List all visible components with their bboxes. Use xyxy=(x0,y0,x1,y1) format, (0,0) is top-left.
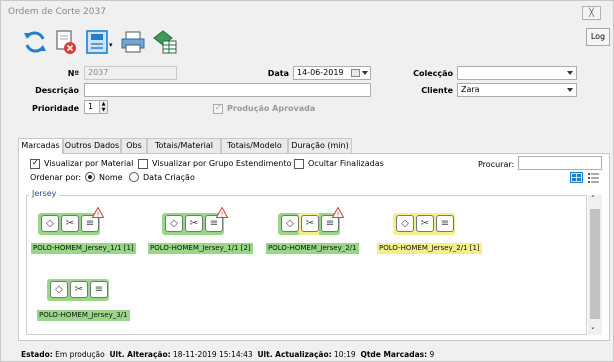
ocultar-finalizadas-label: Ocultar Finalizadas xyxy=(308,159,384,168)
calendar-icon[interactable] xyxy=(351,69,360,77)
delete-document-icon[interactable] xyxy=(51,28,79,56)
chevron-down-icon[interactable] xyxy=(567,71,573,75)
scissors-icon: ✂ xyxy=(70,281,88,298)
warning-icon: ! xyxy=(332,207,344,218)
layers-icon: ◇ xyxy=(165,215,183,232)
tag-icon: ≡ xyxy=(90,281,108,298)
sort-nome-label: Nome xyxy=(99,173,123,182)
scissors-icon: ✂ xyxy=(185,215,203,232)
tab-totais-material[interactable]: Totais/Material xyxy=(147,138,221,153)
check-icon: ✓ xyxy=(32,158,39,167)
grid-view-icon[interactable] xyxy=(570,172,583,183)
log-button[interactable]: Log xyxy=(586,28,610,46)
layers-icon: ◇ xyxy=(281,215,299,232)
svg-text:!: ! xyxy=(221,211,224,219)
vertical-scrollbar[interactable]: ˄ ˅ xyxy=(588,195,602,335)
estado-label: Estado: xyxy=(21,350,53,359)
layers-icon: ◇ xyxy=(41,215,59,232)
scissors-icon: ✂ xyxy=(61,215,79,232)
tag-icon: ≡ xyxy=(436,215,454,232)
qtde-marcadas-value: 9 xyxy=(429,350,435,359)
marker-card-label[interactable]: POLO-HOMEM_Jersey_1/1 [2] xyxy=(148,243,253,254)
estado-value: Em produção xyxy=(55,350,105,359)
marker-card[interactable]: ◇ ✂ ≡! xyxy=(38,207,104,235)
marker-card[interactable]: ◇ ✂ ≡! xyxy=(278,207,344,235)
numero-field: 2037 xyxy=(84,66,177,80)
tab-outros-dados[interactable]: Outros Dados xyxy=(63,138,121,153)
refresh-icon[interactable] xyxy=(21,28,49,56)
ult-actualizacao-value: 10:19 xyxy=(334,350,356,359)
ult-alteracao-label: Ult. Alteração: xyxy=(109,350,171,359)
coleccao-label: Colecção xyxy=(413,69,453,78)
svg-text:!: ! xyxy=(97,211,100,219)
marker-card-label[interactable]: POLO-HOMEM_Jersey_1/1 [1] xyxy=(31,243,136,254)
cliente-select[interactable]: Zara xyxy=(457,83,577,97)
cliente-label: Cliente xyxy=(421,86,453,95)
sort-data-criacao-radio[interactable] xyxy=(129,172,139,182)
chevron-down-icon[interactable] xyxy=(567,88,573,92)
ordenar-label: Ordenar por: xyxy=(30,173,82,182)
marker-card[interactable]: ◇ ✂ ≡ xyxy=(47,279,109,301)
search-input[interactable] xyxy=(518,156,602,170)
data-field[interactable]: 14-06-2019 xyxy=(293,66,371,80)
visualizar-material-label: Visualizar por Material xyxy=(44,159,134,168)
layers-icon: ◇ xyxy=(50,281,68,298)
data-value: 14-06-2019 xyxy=(297,68,344,77)
procurar-label: Procurar: xyxy=(478,160,515,169)
coleccao-select[interactable] xyxy=(457,66,577,80)
marker-card[interactable]: ◇ ✂ ≡ xyxy=(393,213,455,235)
stepper-arrows-icon[interactable]: ▲ ▼ xyxy=(99,101,107,113)
window: Ordem de Corte 2037 ╳ ▾ Log Nº 2037 Data… xyxy=(0,0,614,362)
scissors-icon: ✂ xyxy=(416,215,434,232)
scissors-icon: ✂ xyxy=(301,215,319,232)
warning-icon: ! xyxy=(92,207,104,218)
dropdown-arrow-icon[interactable]: ▾ xyxy=(109,41,113,49)
prioridade-value: 1 xyxy=(88,102,94,111)
numero-label: Nº xyxy=(67,69,79,78)
warning-icon: ! xyxy=(216,207,228,218)
export-excel-icon[interactable] xyxy=(151,28,179,56)
chevron-down-icon[interactable] xyxy=(362,71,368,75)
tab-obs[interactable]: Obs xyxy=(121,138,147,153)
layers-icon: ◇ xyxy=(396,215,414,232)
sort-data-criacao-label: Data Criação xyxy=(143,173,195,182)
marker-card[interactable]: ◇ ✂ ≡! xyxy=(162,207,228,235)
qtde-marcadas-label: Qtde Marcadas: xyxy=(360,350,428,359)
descricao-field[interactable] xyxy=(84,83,371,97)
producao-aprovada-checkbox[interactable]: ✓ xyxy=(213,103,223,114)
cutting-table-icon[interactable] xyxy=(83,28,111,56)
sort-nome-radio[interactable] xyxy=(85,172,95,182)
marker-card-label[interactable]: POLO-HOMEM_Jersey_2/1 xyxy=(266,243,359,254)
producao-aprovada-label: Produção Aprovada xyxy=(227,104,316,113)
title-bar: Ordem de Corte 2037 ╳ xyxy=(1,1,613,23)
ocultar-finalizadas-checkbox[interactable] xyxy=(294,159,304,169)
scroll-thumb[interactable] xyxy=(590,209,600,319)
data-label: Data xyxy=(267,69,289,78)
status-bar: Estado: Em produção Ult. Alteração: 18-1… xyxy=(21,350,434,359)
list-view-icon[interactable] xyxy=(587,172,600,183)
group-title: Jersey xyxy=(29,189,60,198)
prioridade-label: Prioridade xyxy=(31,104,79,113)
ult-actualizacao-label: Ult. Actualização: xyxy=(257,350,332,359)
tab-totais-modelo[interactable]: Totais/Modelo xyxy=(221,138,288,153)
tab-duracao[interactable]: Duração (min) xyxy=(288,138,352,153)
close-button[interactable]: ╳ xyxy=(582,6,601,20)
cliente-value: Zara xyxy=(461,85,480,94)
scroll-down-icon[interactable]: ˅ xyxy=(591,327,595,335)
visualizar-grupo-label: Visualizar por Grupo Estendimento xyxy=(152,159,292,168)
prioridade-stepper[interactable]: 1 ▲ ▼ xyxy=(84,100,108,114)
scroll-up-icon[interactable]: ˄ xyxy=(591,195,595,203)
tab-marcadas[interactable]: Marcadas xyxy=(18,138,63,154)
visualizar-grupo-checkbox[interactable] xyxy=(138,159,148,169)
ult-alteracao-value: 18-11-2019 15:14:43 xyxy=(173,350,253,359)
marker-card-label[interactable]: POLO-HOMEM_Jersey_2/1 [1] xyxy=(377,243,482,254)
window-title: Ordem de Corte 2037 xyxy=(8,7,106,17)
check-icon: ✓ xyxy=(215,103,222,112)
print-icon[interactable] xyxy=(119,28,147,56)
marker-card-label[interactable]: POLO-HOMEM_Jersey_3/1 xyxy=(37,310,130,321)
svg-text:!: ! xyxy=(337,211,340,219)
visualizar-material-checkbox[interactable]: ✓ xyxy=(30,158,40,169)
descricao-label: Descrição xyxy=(35,86,79,95)
